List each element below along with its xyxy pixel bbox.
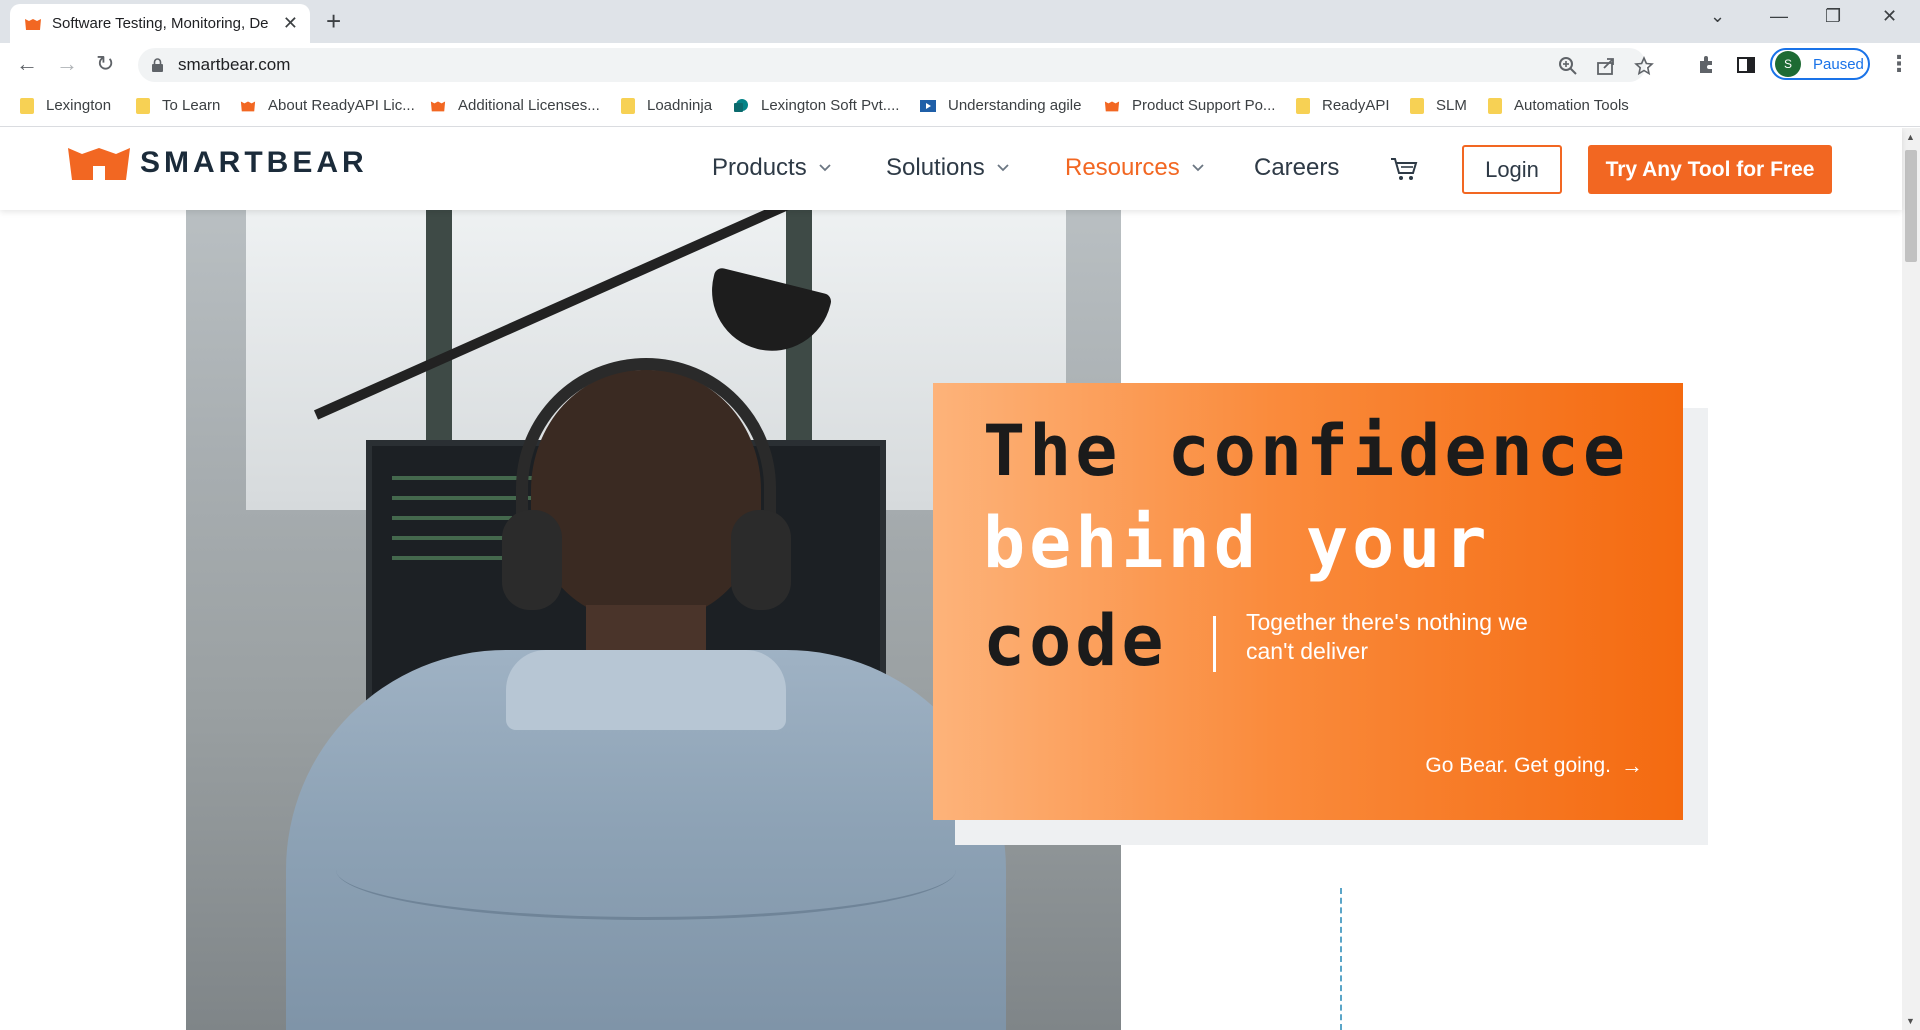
share-icon[interactable] xyxy=(1596,56,1616,76)
forward-icon[interactable]: → xyxy=(56,53,78,75)
bookmark-label: Lexington xyxy=(46,97,112,114)
address-bar[interactable]: smartbear.com xyxy=(138,48,1654,82)
bookmark-label: Product Support Po... xyxy=(1132,97,1276,114)
smartbear-icon xyxy=(1104,101,1120,111)
bookmark-label: Loadninja xyxy=(647,97,713,114)
bookmark-item[interactable]: Understanding agile xyxy=(920,97,1081,114)
bookmark-label: Understanding agile xyxy=(948,97,1082,114)
folder-icon xyxy=(136,97,150,114)
tab-search-icon[interactable]: ⌄ xyxy=(1710,6,1725,27)
arrow-right-icon: → xyxy=(1621,753,1643,778)
folder-icon xyxy=(621,97,635,114)
folder-icon xyxy=(20,97,34,114)
bookmark-item[interactable]: To Learn xyxy=(136,97,220,114)
bookmark-item[interactable]: Lexington xyxy=(20,97,111,114)
close-window-icon[interactable]: ✕ xyxy=(1882,6,1897,27)
zoom-icon[interactable] xyxy=(1558,56,1578,76)
jacket-yoke xyxy=(336,820,956,920)
nav-solutions[interactable]: Solutions xyxy=(886,154,1009,182)
profile-status: Paused xyxy=(1813,55,1864,73)
go-bear-link[interactable]: Go Bear. Get going. → xyxy=(1425,753,1643,779)
cart-icon[interactable] xyxy=(1390,156,1418,182)
logo-wordmark: SMARTBEAR xyxy=(140,146,368,179)
nav-label: Resources xyxy=(1065,154,1180,181)
folder-icon xyxy=(1410,97,1424,114)
back-icon[interactable]: ← xyxy=(16,53,38,75)
bookmark-label: To Learn xyxy=(162,97,221,114)
browser-tab[interactable]: Software Testing, Monitoring, De ✕ xyxy=(10,4,310,43)
side-panel-icon[interactable] xyxy=(1736,55,1756,75)
bookmark-item[interactable]: Automation Tools xyxy=(1488,97,1629,114)
nav-label: Products xyxy=(712,154,807,181)
headphone-earcup xyxy=(502,510,562,610)
cta-label: Go Bear. Get going. xyxy=(1425,754,1611,777)
video-icon xyxy=(920,99,936,112)
folder-icon xyxy=(1488,97,1502,114)
bookmark-item[interactable]: SLM xyxy=(1410,97,1467,114)
bookmark-label: ReadyAPI xyxy=(1322,97,1390,114)
reload-icon[interactable]: ↻ xyxy=(96,53,114,75)
folder-icon xyxy=(1296,97,1310,114)
minimize-icon[interactable]: — xyxy=(1770,6,1788,27)
scroll-down-icon[interactable]: ▼ xyxy=(1906,1016,1915,1026)
code-line xyxy=(392,516,512,520)
login-button[interactable]: Login xyxy=(1462,145,1562,194)
avatar: S xyxy=(1775,51,1801,77)
extensions-icon[interactable] xyxy=(1696,55,1716,75)
bear-logo-icon xyxy=(68,148,130,180)
tab-title: Software Testing, Monitoring, De xyxy=(52,15,269,32)
nav-resources[interactable]: Resources xyxy=(1065,154,1204,182)
smartbear-icon xyxy=(430,101,446,111)
chevron-down-icon xyxy=(1192,164,1204,172)
bookmark-item[interactable]: Product Support Po... xyxy=(1104,97,1275,114)
hero-headline-line1: The confidence xyxy=(983,410,1630,492)
browser-toolbar: ← → ↻ smartbear.com S Paused ⋮ xyxy=(0,43,1920,87)
nav-careers[interactable]: Careers xyxy=(1254,154,1339,182)
lock-icon xyxy=(152,58,163,72)
bookmark-label: Additional Licenses... xyxy=(458,97,600,114)
hero-tagline: Together there's nothing we can't delive… xyxy=(1246,609,1528,664)
chevron-down-icon xyxy=(819,164,831,172)
hero-headline-line2: behind your xyxy=(983,502,1491,584)
hero-headline-line3: code xyxy=(983,600,1168,682)
bookmark-item[interactable]: Lexington Soft Pvt.... xyxy=(733,97,899,114)
nav-label: Careers xyxy=(1254,154,1340,181)
bookmark-label: About ReadyAPI Lic... xyxy=(268,97,415,114)
page-scrollbar[interactable]: ▲ ▼ xyxy=(1902,128,1920,1030)
nav-label: Solutions xyxy=(886,154,985,181)
scrollbar-thumb[interactable] xyxy=(1905,150,1917,262)
scroll-up-icon[interactable]: ▲ xyxy=(1906,132,1915,142)
smartbear-logo[interactable]: SMARTBEAR xyxy=(66,144,368,182)
sharepoint-icon xyxy=(734,98,748,112)
bookmark-label: Automation Tools xyxy=(1514,97,1629,114)
site-header: SMARTBEAR Products Solutions Resources C… xyxy=(0,128,1902,210)
bookmark-item[interactable]: About ReadyAPI Lic... xyxy=(240,97,415,114)
chevron-down-icon xyxy=(997,164,1009,172)
nav-products[interactable]: Products xyxy=(712,154,831,182)
headphone-earcup xyxy=(731,510,791,610)
bookmark-star-icon[interactable] xyxy=(1634,56,1654,76)
bookmark-item[interactable]: Additional Licenses... xyxy=(430,97,600,114)
jacket-collar xyxy=(506,650,786,730)
dashed-connector xyxy=(1340,888,1342,1030)
smartbear-favicon-icon xyxy=(25,18,41,30)
bookmark-label: Lexington Soft Pvt.... xyxy=(761,97,900,114)
smartbear-icon xyxy=(240,101,256,111)
url-text: smartbear.com xyxy=(178,55,291,74)
bookmark-label: SLM xyxy=(1436,97,1467,114)
bookmark-item[interactable]: ReadyAPI xyxy=(1296,97,1390,114)
menu-kebab-icon[interactable]: ⋮ xyxy=(1888,53,1910,75)
hero-card: The confidence behind your code Together… xyxy=(933,383,1683,820)
tab-close-icon[interactable]: ✕ xyxy=(283,14,298,32)
window-mullion xyxy=(426,210,452,470)
browser-tabstrip: Software Testing, Monitoring, De ✕ + ⌄ —… xyxy=(0,0,1920,43)
bookmark-item[interactable]: Loadninja xyxy=(621,97,712,114)
page-viewport: SMARTBEAR Products Solutions Resources C… xyxy=(0,128,1920,1030)
hero-divider xyxy=(1213,616,1216,672)
bookmarks-bar: Lexington To Learn About ReadyAPI Lic...… xyxy=(0,87,1920,127)
new-tab-icon[interactable]: + xyxy=(326,8,341,34)
try-free-button[interactable]: Try Any Tool for Free xyxy=(1588,145,1832,194)
restore-icon[interactable]: ❐ xyxy=(1825,6,1841,27)
profile-button[interactable]: S Paused xyxy=(1770,48,1870,80)
